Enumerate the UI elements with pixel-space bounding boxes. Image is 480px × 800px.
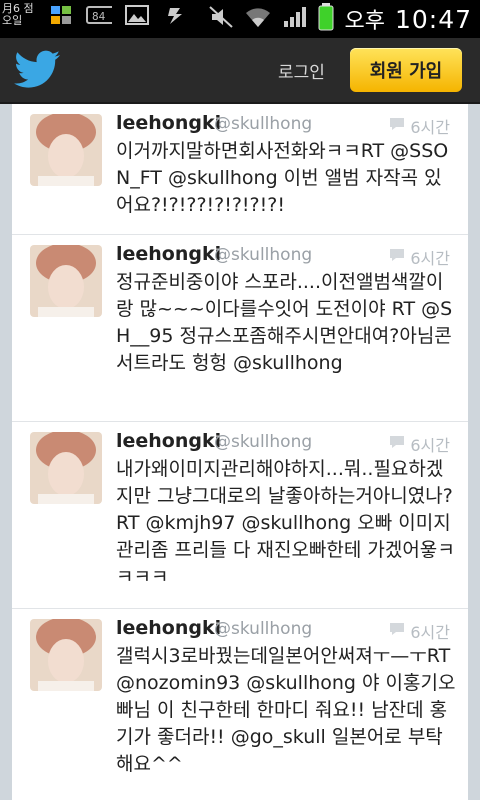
svg-text:84: 84 [92,10,106,23]
tweet-author-name[interactable]: leehongki [116,112,221,134]
tweet-text: 이거까지말하면회사전화와ㅋㅋRT @SSON_FT @skullhong 이번 … [116,140,449,216]
tweet-author-handle[interactable]: @skullhong [214,432,312,452]
grid-app-icon [48,3,74,27]
app-header: 로그인 회원 가입 [0,38,480,104]
twitter-bird-icon[interactable] [14,50,62,90]
clock: 10:47 [394,4,472,34]
cell-signal-icon [282,5,308,33]
tweet-time-label: 6시간 [410,436,450,455]
tweet-item[interactable]: leehongki @skullhong 6시간 갤럭시3로바꿨는데일본어안써져… [12,609,468,800]
battery-icon [318,3,334,35]
tweet-text: 갤럭시3로바꿨는데일본어안써져ㅜ—ㅜRT @nozomin93 @skullho… [116,645,456,775]
avatar[interactable] [30,619,102,691]
time-ampm: 오후 [344,9,385,34]
signup-button[interactable]: 회원 가입 [350,48,462,92]
notification-area: 月6 점오일 84 [2,3,188,27]
tweet-author-name[interactable]: leehongki [116,430,221,452]
avatar[interactable] [30,114,102,186]
avatar[interactable] [30,245,102,317]
sync-icon [162,3,188,27]
speech-bubble-icon [388,247,406,267]
tweet-time-label: 6시간 [410,118,450,137]
signal-sim-icon: 84 [86,3,112,27]
mute-icon [208,5,234,33]
tweet-author-handle[interactable]: @skullhong [214,114,312,134]
tweet-feed[interactable]: leehongki @skullhong 6시간 이거까지말하면회사전화와ㅋㅋR… [12,104,468,800]
tweet-item[interactable]: leehongki @skullhong 6시간 이거까지말하면회사전화와ㅋㅋR… [12,104,468,235]
image-icon [124,3,150,27]
tweet-author-name[interactable]: leehongki [116,617,221,639]
speech-bubble-icon [388,621,406,641]
tweet-time: 6시간 [388,245,450,269]
tweet-time: 6시간 [388,114,450,138]
tweet-time: 6시간 [388,619,450,643]
system-status: 오후 10:47 [208,0,472,38]
speech-bubble-icon [388,116,406,136]
speech-bubble-icon [388,434,406,454]
status-bar: 月6 점오일 84 오후 10:47 [0,0,480,38]
login-link[interactable]: 로그인 [278,58,325,83]
weather-widget-text: 月6 점오일 [2,2,34,27]
tweet-time: 6시간 [388,432,450,456]
tweet-time-label: 6시간 [410,623,450,642]
tweet-author-handle[interactable]: @skullhong [214,245,312,265]
wifi-icon [244,5,272,33]
tweet-item[interactable]: leehongki @skullhong 6시간 내가왜이미지관리해야하지...… [12,422,468,609]
tweet-item[interactable]: leehongki @skullhong 6시간 정규준비중이야 스포라....… [12,235,468,422]
tweet-text: 정규준비중이야 스포라....이전앨범색깔이랑 많~~~이다를수잇어 도전이야 … [116,271,453,374]
tweet-time-label: 6시간 [410,249,450,268]
tweet-author-name[interactable]: leehongki [116,243,221,265]
tweet-author-handle[interactable]: @skullhong [214,619,312,639]
avatar[interactable] [30,432,102,504]
tweet-text: 내가왜이미지관리해야하지...뭐..필요하겠지만 그냥그대로의 날좋아하는거아니… [116,458,455,588]
